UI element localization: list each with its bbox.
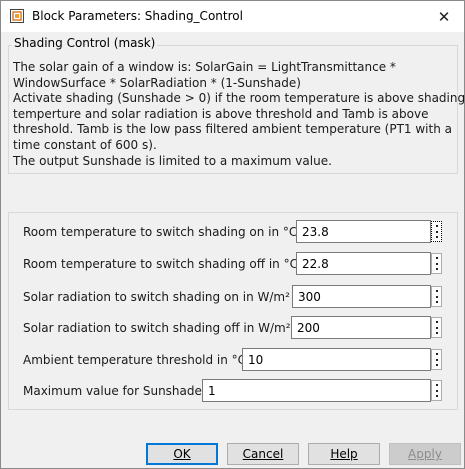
ok-button[interactable]: OK — [146, 443, 218, 465]
vertical-ellipsis-icon — [435, 353, 438, 366]
param-row-solar-on: Solar radiation to switch shading on in … — [23, 285, 443, 309]
mask-description: The solar gain of a window is: SolarGain… — [13, 60, 465, 169]
cancel-button[interactable]: Cancel — [227, 443, 299, 465]
description-line: Activate shading (Sunshade > 0) if the r… — [13, 91, 465, 106]
vertical-ellipsis-icon — [435, 225, 438, 238]
block-parameters-dialog: Block Parameters: Shading_Control ✕ Shad… — [0, 0, 465, 469]
vertical-ellipsis-icon — [435, 321, 438, 334]
max-sunshade-input[interactable] — [202, 379, 431, 402]
param-menu-button[interactable] — [431, 253, 442, 274]
param-label: Solar radiation to switch shading on in … — [23, 290, 290, 304]
vertical-ellipsis-icon — [435, 290, 438, 303]
param-menu-button[interactable] — [431, 221, 442, 242]
description-line: The output Sunshade is limited to a maxi… — [13, 153, 332, 168]
room-temp-off-input[interactable] — [296, 252, 431, 275]
close-icon: ✕ — [437, 8, 451, 26]
apply-button-label: Apply — [408, 447, 442, 461]
description-line: threshold. Tamb is the low pass filtered… — [13, 122, 452, 137]
param-row-room-temp-off: Room temperature to switch shading off i… — [23, 252, 443, 276]
window-title: Block Parameters: Shading_Control — [32, 9, 243, 23]
param-menu-button[interactable] — [431, 286, 442, 307]
apply-button: Apply — [389, 443, 461, 465]
help-button[interactable]: Help — [308, 443, 380, 465]
vertical-ellipsis-icon — [435, 257, 438, 270]
description-line: time constant of 600 s). — [13, 137, 157, 152]
param-row-max-sunshade: Maximum value for Sunshade — [23, 379, 443, 403]
param-row-solar-off: Solar radiation to switch shading off in… — [23, 316, 443, 340]
description-line: WindowSurface * SolarRadiation * (1-Suns… — [13, 75, 301, 90]
close-button[interactable]: ✕ — [428, 4, 460, 30]
param-label: Ambient temperature threshold in °C — [23, 353, 247, 367]
param-menu-button[interactable] — [431, 380, 442, 401]
param-label: Maximum value for Sunshade — [23, 384, 202, 398]
solar-off-input[interactable] — [291, 316, 431, 339]
cancel-button-label: Cancel — [242, 447, 284, 461]
description-line: temperture and solar radiation is above … — [13, 106, 429, 121]
help-button-label: Help — [330, 447, 358, 461]
param-menu-button[interactable] — [431, 317, 442, 338]
solar-on-input[interactable] — [292, 285, 431, 308]
room-temp-on-input[interactable] — [296, 220, 431, 243]
description-line: The solar gain of a window is: SolarGain… — [13, 60, 396, 74]
simulink-block-icon — [10, 9, 24, 23]
param-label: Room temperature to switch shading off i… — [23, 257, 298, 271]
param-row-room-temp-on: Room temperature to switch shading on in… — [23, 220, 443, 244]
mask-group-title: Shading Control (mask) — [12, 36, 158, 50]
param-label: Solar radiation to switch shading off in… — [23, 321, 291, 335]
ok-button-label: OK — [173, 447, 191, 461]
param-menu-button[interactable] — [431, 349, 442, 370]
param-row-ambient-threshold: Ambient temperature threshold in °C — [23, 348, 443, 372]
param-label: Room temperature to switch shading on in… — [23, 225, 298, 239]
vertical-ellipsis-icon — [435, 384, 438, 397]
ambient-threshold-input[interactable] — [242, 348, 431, 371]
title-bar: Block Parameters: Shading_Control ✕ — [1, 1, 464, 32]
